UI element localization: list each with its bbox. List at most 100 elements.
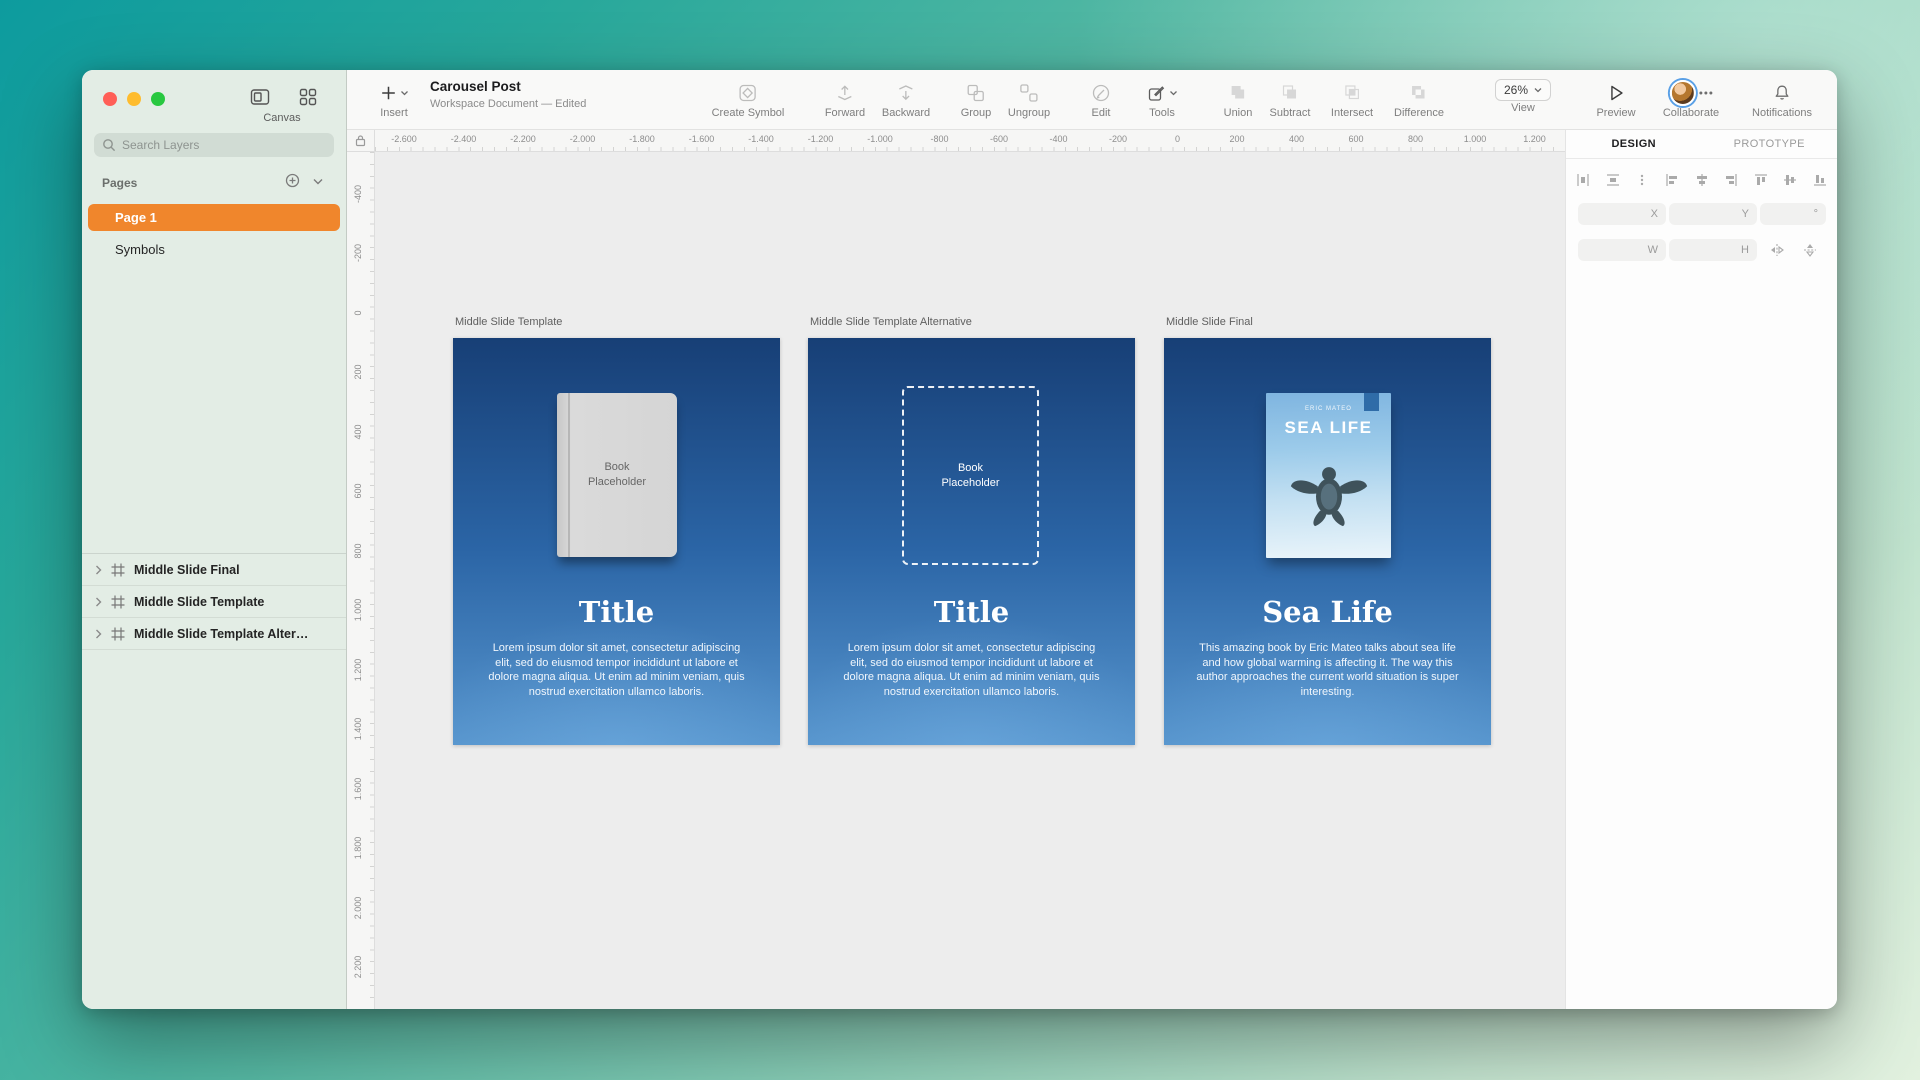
ruler-label: 1.600 bbox=[353, 777, 363, 800]
zoom-control[interactable]: 26% View bbox=[1495, 79, 1551, 114]
minimize-window-button[interactable] bbox=[127, 92, 141, 106]
insert-button[interactable]: Insert bbox=[380, 79, 409, 119]
tab-design[interactable]: DESIGN bbox=[1566, 130, 1702, 158]
layer-row-middle-slide-template[interactable]: Middle Slide Template bbox=[82, 586, 346, 618]
layer-row-middle-slide-final[interactable]: Middle Slide Final bbox=[82, 554, 346, 586]
width-field-label: W bbox=[1648, 244, 1658, 256]
artboard-title[interactable]: Middle Slide Template Alternative bbox=[810, 316, 1135, 332]
search-input[interactable] bbox=[122, 138, 326, 152]
slide-body: Lorem ipsum dolor sit amet, consectetur … bbox=[838, 641, 1105, 699]
alignment-toolbar bbox=[1576, 170, 1827, 190]
sidebar-item-page-1[interactable]: Page 1 bbox=[88, 204, 340, 231]
lock-icon[interactable] bbox=[354, 134, 367, 147]
union-button[interactable]: Union bbox=[1224, 79, 1253, 119]
difference-button[interactable]: Difference bbox=[1394, 79, 1444, 119]
page-label: Page 1 bbox=[115, 210, 157, 225]
vertical-ruler[interactable]: -400-20002004006008001.0001.2001.4001.60… bbox=[347, 152, 375, 1009]
tools-icon bbox=[1147, 83, 1167, 103]
ruler-label: 1.400 bbox=[353, 718, 363, 741]
placeholder-text: Placeholder bbox=[588, 475, 646, 490]
align-top-icon[interactable] bbox=[1754, 173, 1768, 187]
search-field[interactable] bbox=[94, 133, 334, 157]
inspector-tabs: DESIGN PROTOTYPE bbox=[1566, 130, 1837, 159]
subtract-button[interactable]: Subtract bbox=[1270, 79, 1311, 119]
sea-life-book-cover[interactable]: ERIC MATEO SEA LIFE bbox=[1266, 393, 1391, 558]
flip-horizontal-icon[interactable] bbox=[1769, 243, 1785, 257]
ruler-label: 600 bbox=[353, 483, 363, 498]
height-field-label: H bbox=[1741, 244, 1749, 256]
align-center-horizontal-icon[interactable] bbox=[1695, 173, 1709, 187]
backward-button[interactable]: Backward bbox=[882, 79, 930, 119]
artboard-middle-slide-final[interactable]: ERIC MATEO SEA LIFE bbox=[1164, 338, 1491, 745]
move-backward-icon bbox=[896, 83, 916, 103]
more-icon[interactable] bbox=[1698, 91, 1712, 95]
zoom-window-button[interactable] bbox=[151, 92, 165, 106]
create-symbol-button[interactable]: Create Symbol bbox=[712, 79, 785, 119]
ruler-label: -2.200 bbox=[510, 134, 536, 144]
forward-button[interactable]: Forward bbox=[825, 79, 865, 119]
canvas-view-icon[interactable] bbox=[248, 86, 272, 108]
height-field[interactable]: H bbox=[1669, 239, 1757, 261]
ruler-label: -600 bbox=[990, 134, 1008, 144]
rotation-field[interactable]: ° bbox=[1760, 203, 1826, 225]
preview-button[interactable]: Preview bbox=[1596, 79, 1635, 119]
components-grid-icon[interactable] bbox=[296, 86, 320, 108]
artboard-title[interactable]: Middle Slide Template bbox=[455, 316, 780, 332]
collaborate-button[interactable]: Collaborate bbox=[1663, 79, 1719, 119]
sidebar-item-symbols[interactable]: Symbols bbox=[88, 236, 340, 263]
edit-button[interactable]: Edit bbox=[1091, 79, 1111, 119]
horizontal-ruler[interactable]: -2.600-2.400-2.200-2.000-1.800-1.600-1.4… bbox=[375, 130, 1565, 152]
artboard-title[interactable]: Middle Slide Final bbox=[1166, 316, 1491, 332]
add-page-icon[interactable] bbox=[285, 173, 300, 188]
artboard-icon bbox=[110, 562, 126, 578]
placeholder-text: Book bbox=[958, 461, 983, 476]
ruler-label: -200 bbox=[1109, 134, 1127, 144]
ruler-corner[interactable] bbox=[347, 130, 375, 152]
ruler-label: -1.600 bbox=[689, 134, 715, 144]
tools-button[interactable]: Tools bbox=[1147, 79, 1178, 119]
align-bottom-icon[interactable] bbox=[1813, 173, 1827, 187]
book-placeholder-solid[interactable]: Book Placeholder bbox=[557, 393, 677, 557]
disclosure-chevron-icon[interactable] bbox=[95, 565, 102, 575]
align-left-icon[interactable] bbox=[1665, 173, 1679, 187]
user-avatar[interactable] bbox=[1669, 80, 1695, 106]
tab-prototype[interactable]: PROTOTYPE bbox=[1702, 130, 1838, 158]
width-field[interactable]: W bbox=[1578, 239, 1666, 261]
notifications-button[interactable]: Notifications bbox=[1752, 79, 1812, 119]
x-field[interactable]: X bbox=[1578, 203, 1666, 225]
bell-icon bbox=[1772, 83, 1792, 103]
artboard-middle-slide-template-alternative[interactable]: Book Placeholder Title Lorem ipsum dolor… bbox=[808, 338, 1135, 745]
distribute-horizontal-icon[interactable] bbox=[1576, 173, 1590, 187]
align-right-icon[interactable] bbox=[1724, 173, 1738, 187]
ruler-label: 800 bbox=[1408, 134, 1423, 144]
close-window-button[interactable] bbox=[103, 92, 117, 106]
ruler-label: 1.200 bbox=[1523, 134, 1546, 144]
distribute-vertical-icon[interactable] bbox=[1606, 173, 1620, 187]
ruler-label: -800 bbox=[930, 134, 948, 144]
app-window: Canvas Pages Page 1 Symbols bbox=[82, 70, 1837, 1009]
ruler-label: -400 bbox=[353, 184, 363, 202]
layer-label: Middle Slide Template Alter… bbox=[134, 627, 308, 641]
search-icon bbox=[102, 138, 116, 152]
ruler-label: -1.400 bbox=[748, 134, 774, 144]
canvas-viewport[interactable]: Middle Slide Template Book Placeholder T… bbox=[375, 152, 1565, 1009]
ungroup-button[interactable]: Ungroup bbox=[1008, 79, 1050, 119]
toolbar: Insert Carousel Post Workspace Document … bbox=[347, 70, 1837, 130]
pages-collapse-icon[interactable] bbox=[313, 178, 323, 185]
group-button[interactable]: Group bbox=[961, 79, 992, 119]
rotation-field-label: ° bbox=[1814, 208, 1818, 220]
disclosure-chevron-icon[interactable] bbox=[95, 629, 102, 639]
intersect-button[interactable]: Intersect bbox=[1331, 79, 1373, 119]
layer-row-middle-slide-template-alternative[interactable]: Middle Slide Template Alter… bbox=[82, 618, 346, 650]
align-middle-vertical-icon[interactable] bbox=[1783, 173, 1797, 187]
disclosure-chevron-icon[interactable] bbox=[95, 597, 102, 607]
chevron-down-icon bbox=[401, 90, 409, 96]
book-placeholder-dashed[interactable]: Book Placeholder bbox=[902, 386, 1039, 565]
ruler-label: 2.000 bbox=[353, 896, 363, 919]
flip-vertical-icon[interactable] bbox=[1803, 242, 1817, 258]
traffic-lights bbox=[103, 92, 165, 106]
y-field[interactable]: Y bbox=[1669, 203, 1757, 225]
layers-list: Middle Slide Final Middle Slide Template… bbox=[82, 553, 346, 650]
artboard-middle-slide-template[interactable]: Book Placeholder Title Lorem ipsum dolor… bbox=[453, 338, 780, 745]
more-alignment-icon[interactable] bbox=[1635, 173, 1649, 187]
